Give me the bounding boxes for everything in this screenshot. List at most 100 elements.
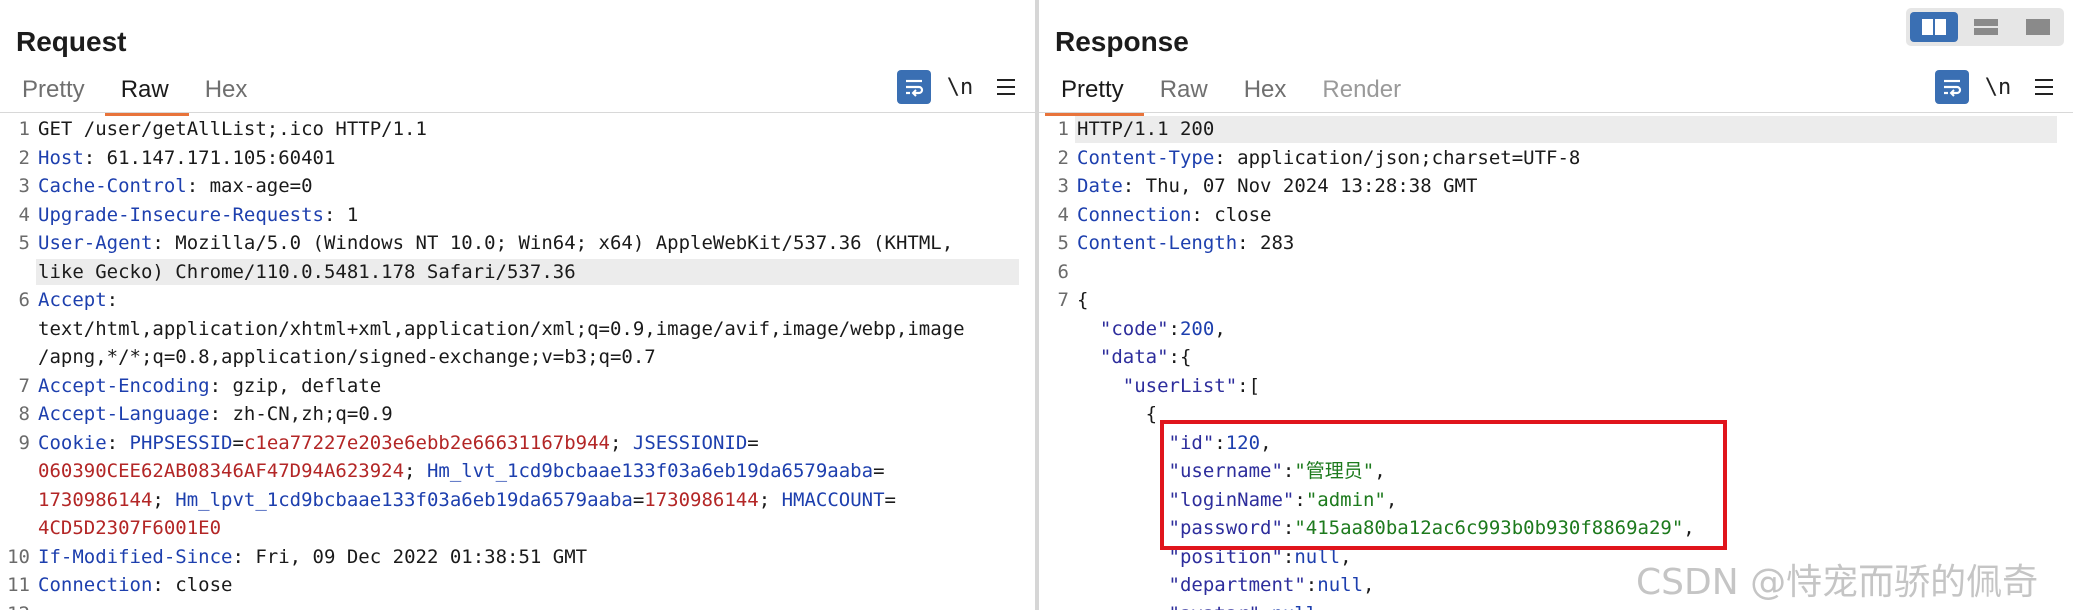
wrap-lines-icon-glyph xyxy=(906,79,924,97)
header-colon: : xyxy=(186,175,199,197)
header-value: close xyxy=(163,574,233,596)
line-content: Accept-Language: zh-CN,zh;q=0.9 xyxy=(38,400,393,429)
line-number: 4 xyxy=(18,203,30,226)
line-content: Connection: close xyxy=(38,571,232,600)
stacked-layout-icon[interactable] xyxy=(1962,12,2010,42)
line-content: Cookie: PHPSESSID=c1ea77227e203e6ebb2e66… xyxy=(38,429,759,458)
tab-raw[interactable]: Raw xyxy=(1144,72,1228,112)
single-layout-icon[interactable] xyxy=(2014,12,2062,42)
code-line: 3 Cache-Control: max-age=0 xyxy=(0,172,1035,201)
line-number: 1 xyxy=(18,118,30,140)
line-content: "data":{ xyxy=(1077,343,1192,372)
cookie-sep: ; xyxy=(152,488,176,511)
tab-pretty[interactable]: Pretty xyxy=(1045,72,1144,116)
request-title: Request xyxy=(16,26,127,57)
header-name: Accept-Language xyxy=(38,403,210,425)
line-number: 11 xyxy=(7,574,30,596)
line-content: "userList":[ xyxy=(1077,372,1260,401)
line-content: { xyxy=(1077,400,1157,429)
line-content: Content-Length: 283 xyxy=(1077,229,1294,258)
header-colon: : xyxy=(152,574,164,596)
tab-pretty[interactable]: Pretty xyxy=(6,72,105,112)
code-line: 6 Accept: xyxy=(0,286,1035,315)
json-token: , xyxy=(1363,574,1375,596)
line-number: 5 xyxy=(1057,232,1069,254)
line-number: 4 xyxy=(1057,203,1069,226)
tab-hex[interactable]: Hex xyxy=(1228,72,1307,112)
line-content: 060390CEE62AB08346AF47D94A623924; Hm_lvt… xyxy=(38,457,885,486)
line-text: /apng,*/*;q=0.8,application/signed-excha… xyxy=(38,346,656,368)
cookie-value: 1730986144 xyxy=(644,488,759,511)
code-line: /apng,*/*;q=0.8,application/signed-excha… xyxy=(0,343,1035,372)
newline-toggle[interactable]: \n xyxy=(1981,75,2015,100)
cookie-eq: = xyxy=(232,431,244,454)
line-number: 7 xyxy=(1057,289,1069,311)
json-token: "department" xyxy=(1168,574,1306,596)
cookie-sep: ; xyxy=(610,431,633,454)
header-value: max-age=0 xyxy=(198,175,313,197)
request-editor[interactable]: 1 GET /user/getAllList;.ico HTTP/1.1 2 Host… xyxy=(0,115,1035,610)
header-colon: : xyxy=(83,146,96,169)
response-toolbar: \n xyxy=(1935,70,2061,104)
line-number: 1 xyxy=(1057,118,1069,140)
line-content: like Gecko) Chrome/110.0.5481.178 Safari… xyxy=(38,258,576,287)
code-line: 1 GET /user/getAllList;.ico HTTP/1.1 xyxy=(0,115,1035,144)
tab-raw[interactable]: Raw xyxy=(104,72,189,116)
header-name: User-Agent xyxy=(38,232,153,254)
wrap-lines-icon[interactable] xyxy=(1935,70,1969,104)
code-line: 7 Accept-Encoding: gzip, deflate xyxy=(0,372,1035,401)
code-line: 5 Content-Length: 283 xyxy=(1039,229,2073,258)
request-pane: Request Pretty Raw Hex \n 1 GET /user/getAl… xyxy=(0,0,1035,610)
code-line: 4 Upgrade-Insecure-Requests: 1 xyxy=(0,201,1035,230)
hamburger-menu-icon[interactable] xyxy=(2027,70,2061,104)
hamburger-menu-icon[interactable] xyxy=(989,70,1023,104)
line-text: like Gecko) Chrome/110.0.5481.178 Safari… xyxy=(38,260,576,283)
cookie-eq: = xyxy=(873,460,885,482)
line-content: User-Agent: Mozilla/5.0 (Windows NT 10.0… xyxy=(38,229,953,258)
code-line: 1730986144; Hm_lpvt_1cd9bcbaae133f03a6eb… xyxy=(0,486,1035,515)
side-by-side-layout-icon[interactable] xyxy=(1910,12,1958,42)
json-token: : xyxy=(1168,317,1180,340)
cookie-sep: ; xyxy=(404,460,427,482)
header-colon: : xyxy=(152,232,164,254)
line-content: text/html,application/xhtml+xml,applicat… xyxy=(38,315,965,344)
code-line: text/html,application/xhtml+xml,applicat… xyxy=(0,315,1035,344)
line-content: "department":null, xyxy=(1077,571,1375,600)
line-number: 2 xyxy=(18,146,30,169)
header-name: Host xyxy=(38,146,84,169)
request-toolbar: \n xyxy=(897,70,1023,104)
code-line: "data":{ xyxy=(1039,343,2073,372)
header-name: Connection xyxy=(1077,203,1192,226)
header-colon: : xyxy=(232,545,244,568)
header-value: application/json;charset=UTF-8 xyxy=(1225,146,1581,169)
code-line: 1 HTTP/1.1 200 xyxy=(1039,115,2073,144)
hamburger-menu-icon-glyph xyxy=(997,79,1015,95)
line-content: /apng,*/*;q=0.8,application/signed-excha… xyxy=(38,343,656,372)
code-line: 3 Date: Thu, 07 Nov 2024 13:28:38 GMT xyxy=(1039,172,2073,201)
wrap-lines-icon[interactable] xyxy=(897,70,931,104)
newline-toggle[interactable]: \n xyxy=(943,75,977,100)
cookie-value: c1ea77227e203e6ebb2e66631167b944 xyxy=(243,431,610,454)
line-content: "code":200, xyxy=(1077,315,1226,344)
line-number: 12 xyxy=(0,600,30,610)
code-line: like Gecko) Chrome/110.0.5481.178 Safari… xyxy=(0,258,1035,287)
line-text: GET /user/getAllList;.ico HTTP/1.1 xyxy=(38,118,427,140)
header-name: Content-Type xyxy=(1077,146,1215,169)
code-line: 9 Cookie: PHPSESSID=c1ea77227e203e6ebb2e6… xyxy=(0,429,1035,458)
header-colon: : xyxy=(106,431,119,454)
cookie-name: PHPSESSID xyxy=(129,431,233,454)
json-token: : xyxy=(1305,574,1318,596)
tab-render[interactable]: Render xyxy=(1306,72,1421,112)
line-number: 8 xyxy=(18,403,30,425)
tab-hex[interactable]: Hex xyxy=(189,72,268,112)
header-value: Fri, 09 Dec 2022 01:38:51 GMT xyxy=(243,545,588,568)
header-name: Cookie xyxy=(38,431,107,454)
cookie-value: 4CD5D2307F6001E0 xyxy=(38,517,222,539)
json-token: "code" xyxy=(1099,317,1169,340)
header-colon: : xyxy=(1122,175,1135,197)
